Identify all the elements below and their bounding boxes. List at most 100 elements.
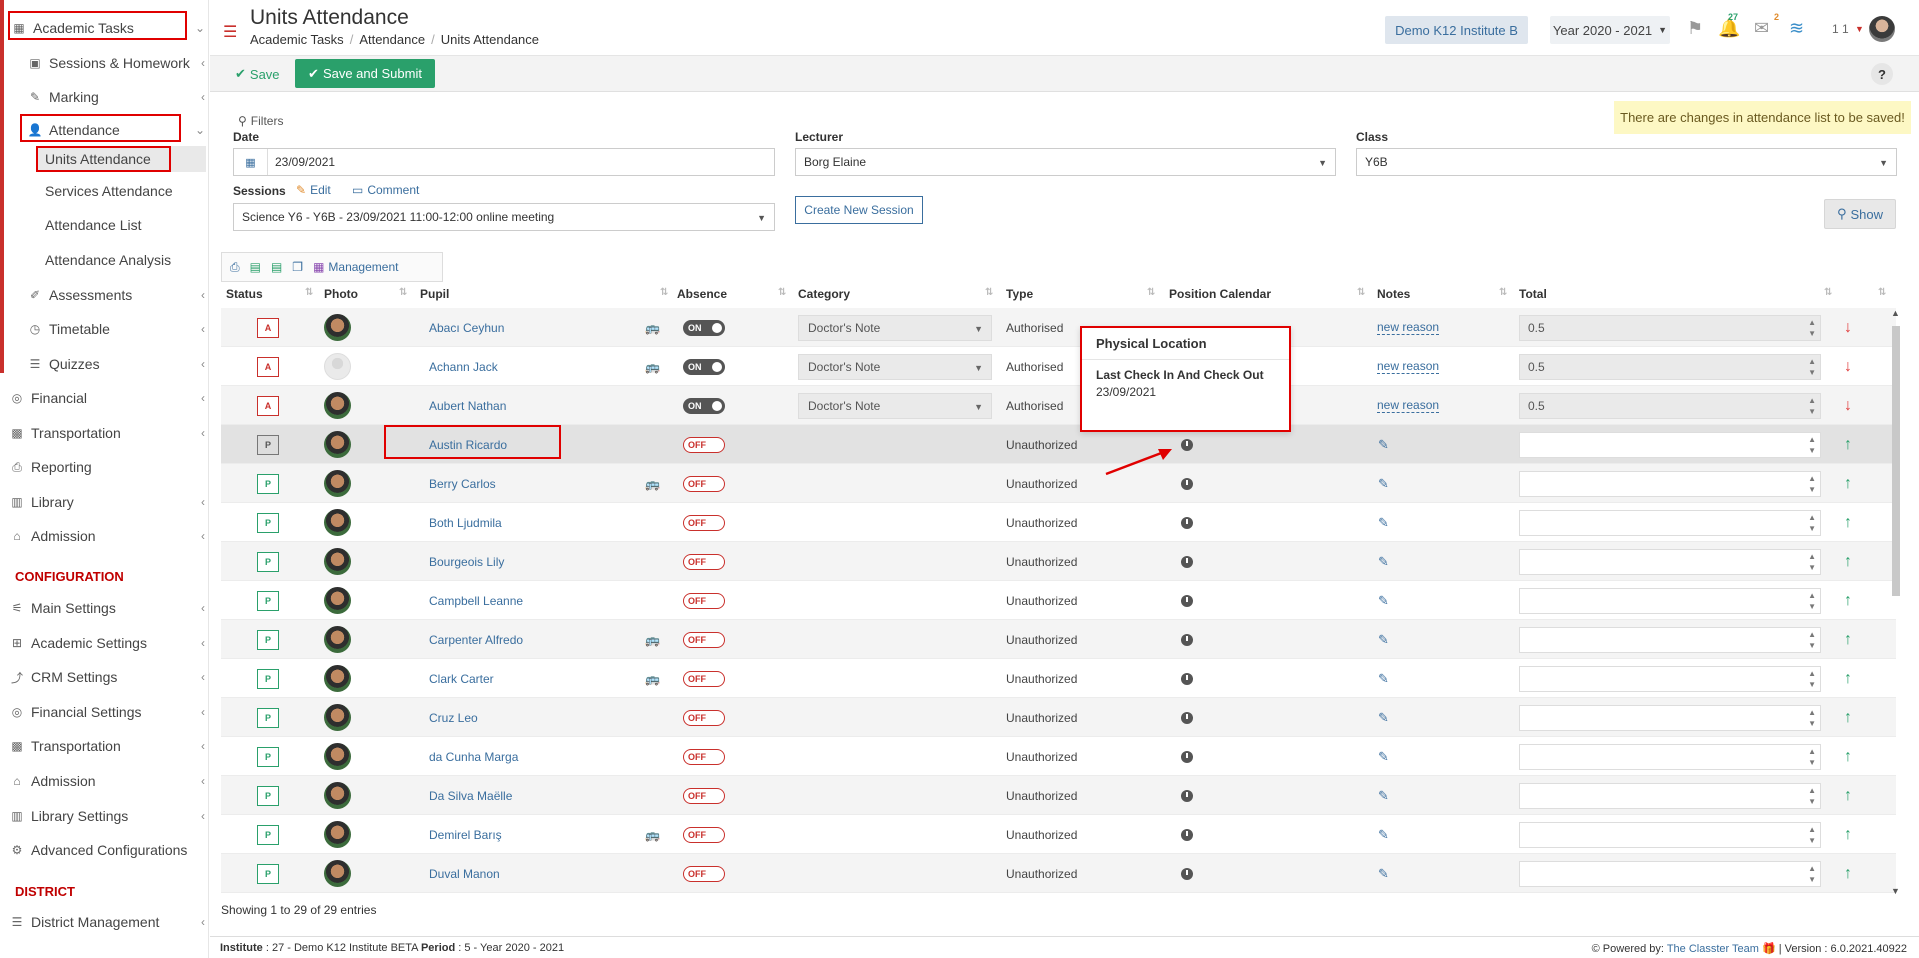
total-input[interactable]: ▲ ▼ bbox=[1519, 431, 1821, 458]
table-row[interactable]: A Achann Jack 🚌 ON Doctor's Note ▼ Authorised n… bbox=[221, 347, 1896, 386]
table-row[interactable]: P Duval Manon OFF Unauthorized ✎ ▲ ▼ ↑ bbox=[221, 854, 1896, 893]
status-badge[interactable]: P bbox=[257, 473, 279, 494]
sidebar-item-attendance-list[interactable]: Attendance List bbox=[45, 211, 205, 239]
arrow-up-icon[interactable]: ↑ bbox=[1844, 475, 1852, 493]
copy-icon[interactable]: ❐ bbox=[292, 260, 303, 274]
sidebar-item-services-attendance[interactable]: Services Attendance bbox=[45, 177, 205, 205]
status-badge[interactable]: P bbox=[257, 824, 279, 845]
note-link[interactable]: new reason bbox=[1377, 398, 1440, 413]
arrow-up-icon[interactable]: ↑ bbox=[1844, 553, 1852, 571]
class-select[interactable]: Y6B ▼ bbox=[1356, 148, 1897, 176]
total-input[interactable]: ▲ ▼ bbox=[1519, 548, 1821, 575]
total-input[interactable]: ▲ ▼ bbox=[1519, 821, 1821, 848]
arrow-down-icon[interactable]: ↓ bbox=[1844, 319, 1852, 337]
status-badge[interactable]: P bbox=[257, 434, 279, 455]
print-icon[interactable]: ⎙ bbox=[230, 260, 240, 275]
absence-toggle[interactable]: OFF bbox=[683, 553, 725, 570]
arrow-up-icon[interactable]: ↑ bbox=[1844, 514, 1852, 532]
absence-toggle[interactable]: ON bbox=[683, 397, 725, 414]
absence-toggle[interactable]: OFF bbox=[683, 826, 725, 843]
edit-note-icon[interactable]: ✎ bbox=[1378, 710, 1389, 726]
clock-icon[interactable] bbox=[1181, 516, 1193, 529]
sidebar-item-marking[interactable]: ✎ Marking ‹ bbox=[28, 83, 205, 111]
table-row[interactable]: Pda Cunha Marga OFF Unauthorized ✎ ▲ ▼ ↑ bbox=[221, 737, 1896, 776]
pupil-link[interactable]: Campbell Leanne bbox=[429, 594, 523, 608]
status-badge[interactable]: P bbox=[257, 551, 279, 572]
sidebar-item-academic-settings[interactable]: ⊞ Academic Settings ‹ bbox=[10, 629, 205, 657]
spinner-icon[interactable]: ▲ ▼ bbox=[1808, 434, 1816, 456]
column-header-absence[interactable]: Absence bbox=[677, 287, 727, 301]
category-select[interactable]: Doctor's Note ▼ bbox=[798, 353, 992, 380]
pupil-link[interactable]: Berry Carlos bbox=[429, 477, 496, 491]
pupil-link[interactable]: Carpenter Alfredo bbox=[429, 633, 523, 647]
excel-icon[interactable]: ▤ bbox=[250, 260, 261, 274]
hamburger-menu-icon[interactable]: ☰ bbox=[223, 22, 237, 42]
table-row[interactable]: P Demirel Barış 🚌 OFF Unauthorized ✎ ▲ ▼ ↑ bbox=[221, 815, 1896, 854]
sidebar-item-main-settings[interactable]: ⚟ Main Settings ‹ bbox=[10, 594, 205, 622]
table-row[interactable]: P Campbell Leanne OFF Unauthorized ✎ ▲ ▼ ↑ bbox=[221, 581, 1896, 620]
status-badge[interactable]: A bbox=[257, 356, 279, 377]
sidebar-item-transportation[interactable]: ▩ Transportation ‹ bbox=[10, 419, 205, 447]
sort-icon[interactable]: ⇅ bbox=[1878, 287, 1886, 298]
column-header-position-calendar[interactable]: Position Calendar bbox=[1169, 287, 1271, 301]
edit-note-icon[interactable]: ✎ bbox=[1378, 554, 1389, 570]
total-input[interactable]: ▲ ▼ bbox=[1519, 470, 1821, 497]
spinner-icon[interactable]: ▲ ▼ bbox=[1808, 824, 1816, 846]
total-input[interactable]: ▲ ▼ bbox=[1519, 704, 1821, 731]
save-button[interactable]: ✔ Save bbox=[235, 63, 280, 85]
bus-icon[interactable]: 🚌 bbox=[645, 477, 660, 491]
sidebar-item-district-management[interactable]: ☰ District Management ‹ bbox=[10, 908, 205, 936]
sidebar-item-library[interactable]: ▥ Library ‹ bbox=[10, 488, 205, 516]
clock-icon[interactable] bbox=[1181, 672, 1193, 685]
pupil-link[interactable]: da Cunha Marga bbox=[429, 750, 518, 764]
breadcrumb-item[interactable]: Academic Tasks bbox=[250, 32, 344, 47]
sidebar-item-admission-settings[interactable]: ⌂ Admission ‹ bbox=[10, 767, 205, 795]
column-header-category[interactable]: Category bbox=[798, 287, 850, 301]
table-row[interactable]: A Aubert Nathan ON Doctor's Note ▼ Authorised… bbox=[221, 386, 1896, 425]
sidebar-item-library-settings[interactable]: ▥ Library Settings ‹ bbox=[10, 802, 205, 830]
status-badge[interactable]: A bbox=[257, 395, 279, 416]
sidebar-item-assessments[interactable]: ✐ Assessments ‹ bbox=[28, 281, 205, 309]
total-input[interactable]: ▲ ▼ bbox=[1519, 509, 1821, 536]
edit-note-icon[interactable]: ✎ bbox=[1378, 476, 1389, 492]
arrow-up-icon[interactable]: ↑ bbox=[1844, 670, 1852, 688]
scroll-up-icon[interactable]: ▲ bbox=[1891, 308, 1900, 318]
absence-toggle[interactable]: OFF bbox=[683, 631, 725, 648]
spinner-icon[interactable]: ▲ ▼ bbox=[1808, 785, 1816, 807]
bus-icon[interactable]: 🚌 bbox=[645, 321, 660, 335]
absence-toggle[interactable]: ON bbox=[683, 319, 725, 336]
clock-icon[interactable] bbox=[1181, 750, 1193, 763]
total-input[interactable]: ▲ ▼ bbox=[1519, 860, 1821, 887]
column-header-notes[interactable]: Notes bbox=[1377, 287, 1410, 301]
status-badge[interactable]: P bbox=[257, 785, 279, 806]
create-new-session-button[interactable]: Create New Session bbox=[795, 196, 923, 224]
sidebar-item-reporting[interactable]: ⎙ Reporting bbox=[10, 453, 205, 481]
sidebar-item-sessions-homework[interactable]: ▣ Sessions & Homework ‹ bbox=[28, 49, 205, 77]
column-header-pupil[interactable]: Pupil bbox=[420, 287, 449, 301]
institute-selector[interactable]: Demo K12 Institute B bbox=[1385, 16, 1528, 44]
pupil-link[interactable]: Da Silva Maëlle bbox=[429, 789, 512, 803]
spinner-icon[interactable]: ▲ ▼ bbox=[1808, 395, 1816, 417]
table-row[interactable]: P Da Silva Maëlle OFF Unauthorized ✎ ▲ ▼ ↑ bbox=[221, 776, 1896, 815]
pupil-link[interactable]: Duval Manon bbox=[429, 867, 500, 881]
status-badge[interactable]: P bbox=[257, 512, 279, 533]
sidebar-item-advanced-configurations[interactable]: ⚙ Advanced Configurations bbox=[10, 836, 205, 864]
absence-toggle[interactable]: OFF bbox=[683, 709, 725, 726]
sort-icon[interactable]: ⇅ bbox=[305, 287, 313, 298]
edit-note-icon[interactable]: ✎ bbox=[1378, 593, 1389, 609]
absence-toggle[interactable]: OFF bbox=[683, 748, 725, 765]
absence-toggle[interactable]: OFF bbox=[683, 514, 725, 531]
bus-icon[interactable]: 🚌 bbox=[645, 672, 660, 686]
absence-toggle[interactable]: OFF bbox=[683, 787, 725, 804]
absence-toggle[interactable]: OFF bbox=[683, 475, 725, 492]
breadcrumb-item[interactable]: Attendance bbox=[359, 32, 425, 47]
comment-session-link[interactable]: ▭ Comment bbox=[352, 183, 419, 197]
total-input[interactable]: ▲ ▼ bbox=[1519, 743, 1821, 770]
clock-icon[interactable] bbox=[1181, 789, 1193, 802]
edit-note-icon[interactable]: ✎ bbox=[1378, 515, 1389, 531]
help-button[interactable]: ? bbox=[1871, 63, 1893, 85]
status-badge[interactable]: P bbox=[257, 629, 279, 650]
total-input[interactable]: ▲ ▼ bbox=[1519, 665, 1821, 692]
filters-title[interactable]: ⚲ Filters bbox=[238, 114, 283, 128]
table-row[interactable]: P Clark Carter 🚌 OFF Unauthorized ✎ ▲ ▼ ↑ bbox=[221, 659, 1896, 698]
